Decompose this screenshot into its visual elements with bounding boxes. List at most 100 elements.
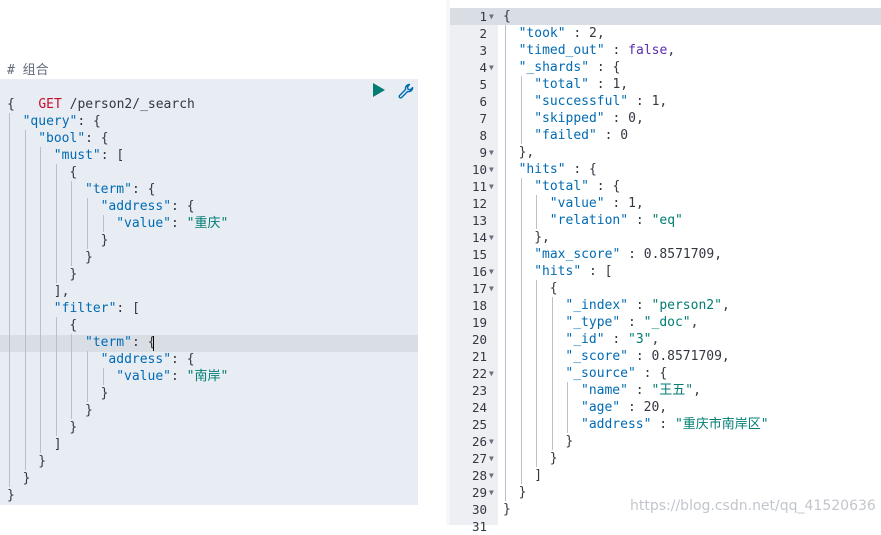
code-token: : { [635, 366, 668, 381]
code-token: : 1, [604, 196, 644, 211]
request-code-line[interactable]: } [69, 266, 77, 283]
code-token: "_index" [565, 298, 629, 313]
request-code-line[interactable]: } [69, 419, 77, 436]
response-code-line: "_source" : { [565, 365, 667, 382]
response-code-line: }, [534, 229, 550, 246]
code-token: "_source" [565, 366, 636, 381]
line-number: 26 [471, 434, 487, 449]
code-token: } [85, 403, 93, 418]
request-code-line[interactable]: "address": { [101, 351, 195, 368]
request-code-line[interactable]: "term": { [85, 334, 155, 351]
request-code-line[interactable]: "bool": { [38, 130, 108, 147]
code-token: "took" [518, 26, 566, 41]
code-token: : [628, 213, 652, 228]
request-code-line[interactable]: "must": [ [54, 147, 124, 164]
line-number: 1 [479, 9, 487, 24]
request-code-line[interactable]: "value": "重庆" [116, 215, 228, 232]
request-code-line[interactable]: "query": { [23, 113, 101, 130]
code-token: : 0.8571709, [628, 349, 730, 364]
request-code-line[interactable]: ] [54, 436, 62, 453]
indent-guide [520, 76, 522, 144]
response-code-line: "_type" : "_doc", [565, 314, 698, 331]
request-editor-pane[interactable]: # 组合 GET /person2/_search {"query": {"bo… [0, 0, 446, 525]
response-code-line: } [519, 484, 527, 501]
code-token: : 0 [596, 128, 629, 143]
request-code-line[interactable]: } [85, 402, 93, 419]
fold-caret-icon[interactable]: ▼ [489, 178, 494, 195]
code-token: ] [534, 468, 543, 483]
request-code-line[interactable]: } [85, 249, 93, 266]
fold-caret-icon[interactable]: ▼ [489, 433, 494, 450]
code-token: : { [77, 114, 101, 129]
indent-guide [520, 178, 522, 484]
code-token: } [549, 451, 558, 466]
indent-guide [71, 334, 73, 419]
code-token: : 1, [588, 77, 629, 92]
line-number: 17 [471, 281, 487, 296]
code-token: "address" [100, 352, 172, 367]
fold-caret-icon[interactable]: ▼ [489, 229, 494, 246]
code-token: "_id" [565, 332, 605, 347]
code-token: : [170, 216, 187, 231]
line-number: 25 [471, 417, 487, 432]
code-token: "_score" [565, 349, 629, 364]
code-token: : [604, 332, 629, 347]
code-token: "value" [116, 216, 171, 231]
code-token: } [38, 454, 47, 469]
line-number: 14 [471, 230, 487, 245]
fold-caret-icon[interactable]: ▼ [489, 263, 494, 280]
request-code-line[interactable]: } [38, 453, 46, 470]
fold-caret-icon[interactable]: ▼ [489, 450, 494, 467]
request-line[interactable]: GET /person2/_search [7, 79, 195, 112]
code-token: "filter" [53, 301, 117, 316]
request-code-line[interactable]: } [101, 232, 109, 249]
request-method: GET [38, 97, 62, 112]
line-number: 24 [471, 400, 487, 415]
indent-guide [55, 317, 57, 436]
request-code-line[interactable]: "value": "南岸" [116, 368, 228, 385]
line-number: 29 [471, 485, 487, 500]
code-token: { [69, 318, 78, 333]
code-token: : [627, 383, 652, 398]
line-number: 22 [471, 366, 487, 381]
response-code-line: "relation" : "eq" [550, 212, 683, 229]
fold-caret-icon[interactable]: ▼ [489, 59, 494, 76]
code-token: } [100, 233, 109, 248]
request-code-line[interactable]: "filter": [ [54, 300, 140, 317]
code-token: "王五" [651, 383, 694, 398]
code-token: "term" [85, 182, 132, 197]
fold-caret-icon[interactable]: ▼ [489, 280, 494, 297]
code-token: }, [518, 145, 535, 160]
response-code-line: "total" : 1, [534, 76, 628, 93]
request-code-line[interactable]: "term": { [85, 181, 155, 198]
request-code-line[interactable]: ], [54, 283, 70, 300]
line-number: 4 [479, 60, 487, 75]
code-token: "age" [581, 400, 621, 415]
code-token: "failed" [534, 128, 597, 143]
request-code-line[interactable]: } [7, 487, 15, 504]
code-token: ] [53, 437, 62, 452]
fold-caret-icon[interactable]: ▼ [489, 144, 494, 161]
response-code-line: "value" : 1, [550, 195, 644, 212]
fold-caret-icon[interactable]: ▼ [489, 484, 494, 501]
fold-caret-icon[interactable]: ▼ [489, 8, 494, 25]
fold-caret-icon[interactable]: ▼ [489, 161, 494, 178]
fold-caret-icon[interactable]: ▼ [489, 467, 494, 484]
request-code-line[interactable]: { [7, 96, 15, 113]
line-number: 11 [471, 179, 487, 194]
indent-guide [87, 198, 88, 249]
play-icon[interactable] [373, 83, 385, 97]
response-code-line: "took" : 2, [519, 25, 605, 42]
code-token: : [ [581, 264, 613, 279]
request-code-line[interactable]: "address": { [101, 198, 195, 215]
code-token: } [100, 386, 109, 401]
request-code-line[interactable]: { [69, 164, 77, 181]
code-token: "relation" [549, 213, 629, 228]
request-code-line[interactable]: } [23, 470, 31, 487]
fold-caret-icon[interactable]: ▼ [489, 365, 494, 382]
line-number: 3 [479, 43, 487, 58]
request-code-line[interactable]: { [69, 317, 77, 334]
request-code-line[interactable]: } [101, 385, 109, 402]
line-number: 15 [471, 247, 487, 262]
wrench-icon[interactable] [397, 82, 415, 100]
